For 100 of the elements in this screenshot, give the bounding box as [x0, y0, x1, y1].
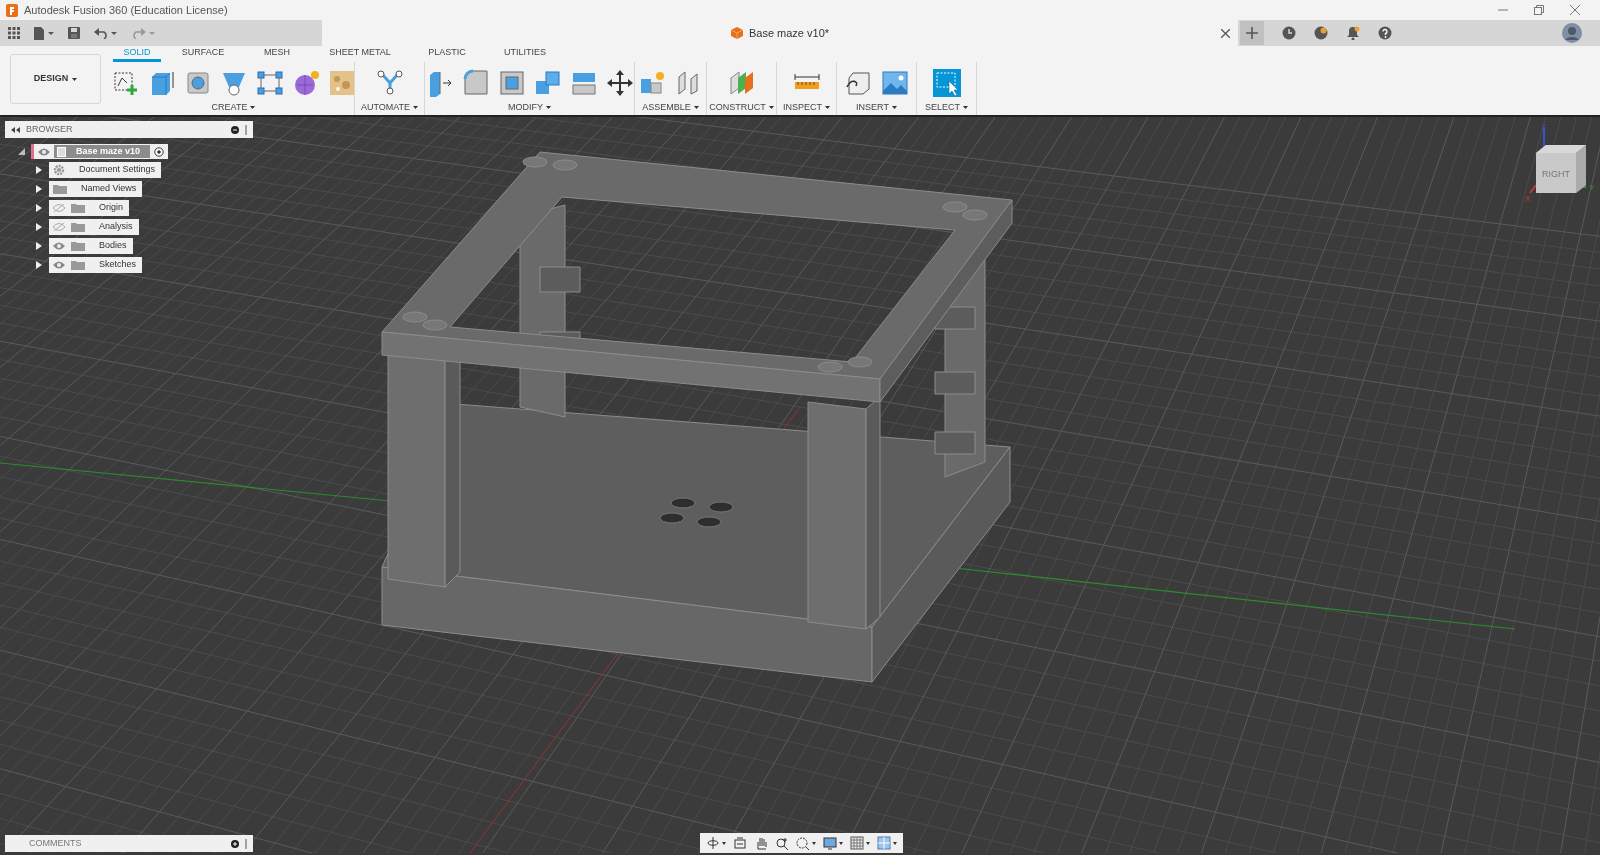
branch-nodes-icon[interactable]: [375, 69, 404, 97]
eye-icon[interactable]: [53, 261, 65, 269]
workspace-tab[interactable]: PLASTIC: [411, 46, 483, 62]
browser-item[interactable]: Bodies: [49, 238, 133, 254]
close-icon[interactable]: [1221, 28, 1230, 38]
tool-group-menu[interactable]: CONSTRUCT: [709, 101, 774, 115]
clock-icon[interactable]: [1282, 26, 1296, 40]
browser-item-label: Origin: [99, 201, 123, 215]
zoom-window-icon[interactable]: [796, 836, 810, 850]
browser-item[interactable]: Sketches: [49, 257, 143, 273]
restore-icon[interactable]: [1534, 5, 1544, 15]
cube-icon: [730, 27, 743, 39]
workspace-tab[interactable]: MESH: [245, 46, 309, 62]
file-menu-icon[interactable]: [34, 26, 54, 40]
caret-icon[interactable]: [812, 841, 816, 845]
browser-item-label: Named Views: [81, 182, 137, 196]
workspace-switcher[interactable]: DESIGN: [10, 54, 101, 104]
expand-arrow-icon[interactable]: [36, 242, 42, 250]
component-icon: [57, 146, 66, 157]
folder-icon: [71, 222, 85, 232]
caret-icon: [693, 106, 699, 110]
hollow-box-icon[interactable]: [497, 69, 526, 97]
gear-icon: [53, 164, 65, 176]
folder-icon: [71, 260, 85, 270]
look-at-icon[interactable]: [733, 836, 747, 850]
notification-bell-icon[interactable]: [1346, 26, 1360, 40]
tool-group-menu[interactable]: ASSEMBLE: [642, 101, 699, 115]
add-comment-icon[interactable]: [231, 839, 239, 848]
rounded-edge-icon[interactable]: [461, 69, 490, 97]
job-status-icon[interactable]: [1314, 26, 1328, 40]
move-arrows-icon[interactable]: [605, 69, 634, 97]
folder-icon: [71, 241, 85, 251]
new-tab-button[interactable]: [1240, 21, 1264, 45]
browser-item-label: Sketches: [99, 258, 137, 272]
folder-icon: [71, 203, 85, 213]
view-cube-drawing[interactable]: [1529, 126, 1587, 194]
cube-face-label: RIGHT: [1542, 169, 1570, 179]
display-monitor-icon[interactable]: [823, 836, 837, 850]
caret-icon: [250, 106, 256, 110]
caret-icon[interactable]: [893, 841, 897, 845]
undo-icon[interactable]: [94, 27, 118, 39]
browser-item[interactable]: Origin: [49, 200, 129, 216]
tool-group-menu[interactable]: CREATE: [211, 101, 256, 115]
user-avatar-icon[interactable]: [1562, 23, 1582, 43]
document-tab[interactable]: Base maze v10*: [322, 20, 1238, 46]
browser-item[interactable]: Named Views: [49, 181, 143, 197]
folder-icon: [53, 184, 67, 194]
browser-item-label: Bodies: [99, 239, 127, 253]
expand-arrow-icon[interactable]: [36, 185, 42, 193]
eye-icon[interactable]: [38, 147, 50, 156]
help-icon[interactable]: [1378, 26, 1392, 40]
stacked-boxes-icon[interactable]: [533, 69, 562, 97]
offset-planes-icon[interactable]: [727, 69, 756, 97]
collapse-arrow-icon[interactable]: [18, 148, 25, 155]
pattern-icon[interactable]: [255, 69, 284, 97]
minus-circle-icon[interactable]: [231, 125, 239, 134]
caret-icon: [413, 106, 419, 110]
document-title: Base maze v10*: [748, 25, 830, 41]
collapse-panel-icon[interactable]: [11, 126, 20, 133]
caret-icon[interactable]: [866, 841, 870, 845]
tool-group-menu[interactable]: MODIFY: [508, 101, 551, 115]
browser-item-label: Analysis: [99, 220, 133, 234]
tool-group-menu[interactable]: INSERT: [856, 101, 897, 115]
caret-icon[interactable]: [839, 841, 843, 845]
caret-icon: [72, 77, 78, 81]
save-icon[interactable]: [68, 27, 80, 39]
plus-icon: [1246, 27, 1258, 39]
selection-box-icon[interactable]: [932, 69, 961, 97]
caret-icon: [546, 106, 551, 110]
caret-icon: [963, 106, 968, 110]
axis-label: Y: [1589, 183, 1595, 192]
workspace-tab[interactable]: UTILITIES: [489, 46, 561, 62]
component-name: Base maze v10: [76, 144, 141, 158]
image-icon[interactable]: [880, 69, 909, 97]
eye-icon[interactable]: [53, 242, 65, 250]
expand-arrow-icon[interactable]: [36, 223, 42, 231]
axis-label: X: [1525, 194, 1531, 203]
insert-box-icon[interactable]: [844, 69, 873, 97]
expand-arrow-icon[interactable]: [36, 204, 42, 212]
caret-icon: [768, 106, 774, 110]
browser-item[interactable]: Document Settings: [49, 162, 162, 178]
close-icon[interactable]: [1570, 5, 1580, 15]
expand-arrow-icon[interactable]: [36, 261, 42, 269]
browser-item[interactable]: Analysis: [49, 219, 139, 235]
sketch-icon[interactable]: [111, 69, 140, 97]
tool-group-menu[interactable]: SELECT: [925, 101, 968, 115]
apps-grid-icon[interactable]: [8, 27, 20, 39]
workspace-tab[interactable]: SHEET METAL: [315, 46, 405, 62]
caret-icon[interactable]: [722, 841, 726, 845]
browser-title: BROWSER: [26, 122, 73, 136]
expand-arrow-icon[interactable]: [36, 166, 42, 174]
tool-group-menu[interactable]: AUTOMATE: [360, 101, 419, 115]
tool-group-menu[interactable]: INSPECT: [783, 101, 830, 115]
zoom-icon[interactable]: [775, 836, 789, 850]
browser-item-label: Document Settings: [79, 163, 156, 177]
workspace-tab[interactable]: SURFACE: [167, 46, 239, 62]
app-logo-icon: [6, 3, 18, 17]
orbit-icon[interactable]: [706, 836, 720, 850]
active-radio-icon[interactable]: [154, 146, 165, 157]
caret-icon: [825, 106, 830, 110]
